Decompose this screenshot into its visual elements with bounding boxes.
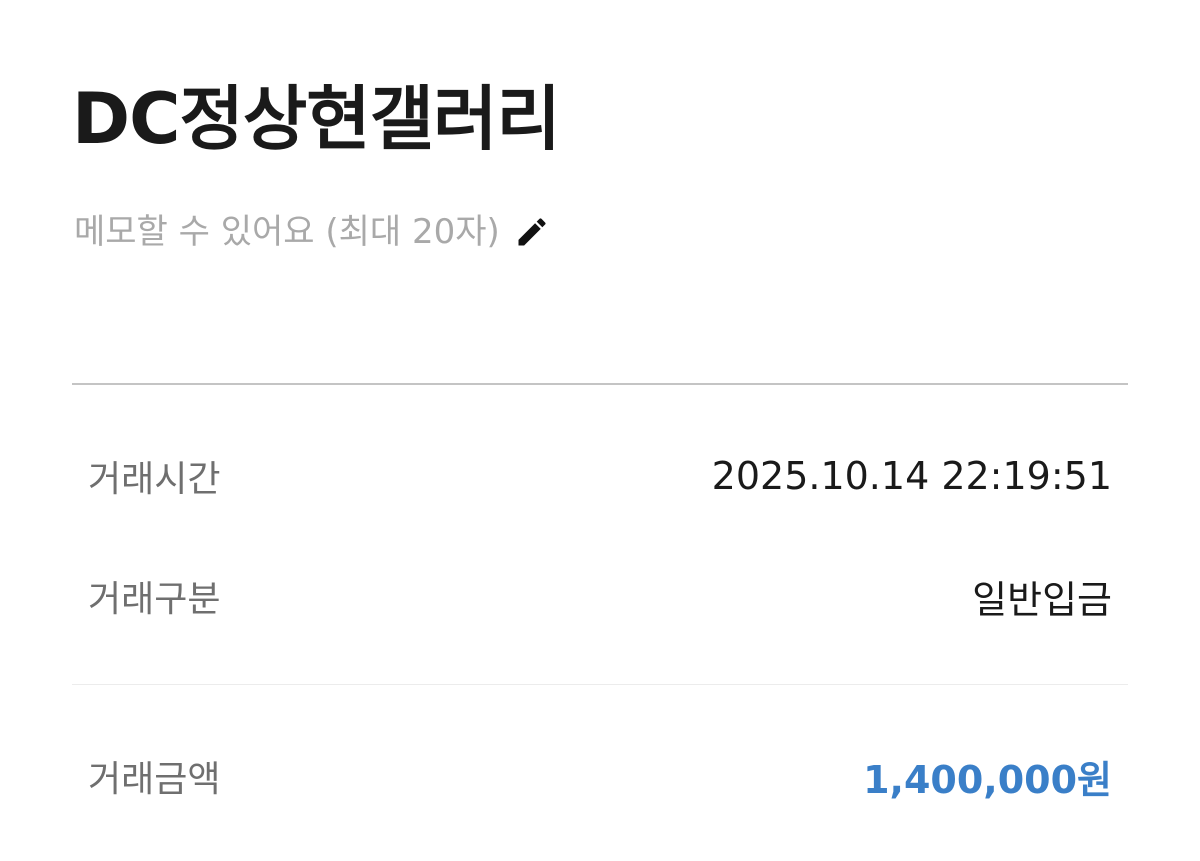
- transaction-detail-page: DC정상현갤러리 메모할 수 있어요 (최대 20자) 거래시간 2025.10…: [0, 0, 1200, 861]
- time-value: 2025.10.14 22:19:51: [711, 454, 1112, 498]
- page-title: DC정상현갤러리: [72, 78, 561, 160]
- detail-row-time: 거래시간 2025.10.14 22:19:51: [88, 446, 1112, 506]
- amount-divider: [72, 684, 1128, 685]
- detail-row-type: 거래구분 일반입금: [88, 566, 1112, 626]
- type-label: 거래구분: [88, 579, 221, 620]
- memo-edit-button[interactable]: 메모할 수 있어요 (최대 20자): [74, 214, 550, 250]
- section-divider: [72, 383, 1128, 385]
- amount-label: 거래금액: [88, 759, 221, 800]
- amount-value: 1,400,000원: [863, 757, 1112, 802]
- type-value: 일반입금: [972, 577, 1112, 622]
- pencil-edit-icon[interactable]: [514, 214, 550, 250]
- detail-row-amount: 거래금액 1,400,000원: [88, 746, 1112, 806]
- memo-placeholder: 메모할 수 있어요 (최대 20자): [74, 212, 500, 252]
- time-label: 거래시간: [88, 459, 221, 500]
